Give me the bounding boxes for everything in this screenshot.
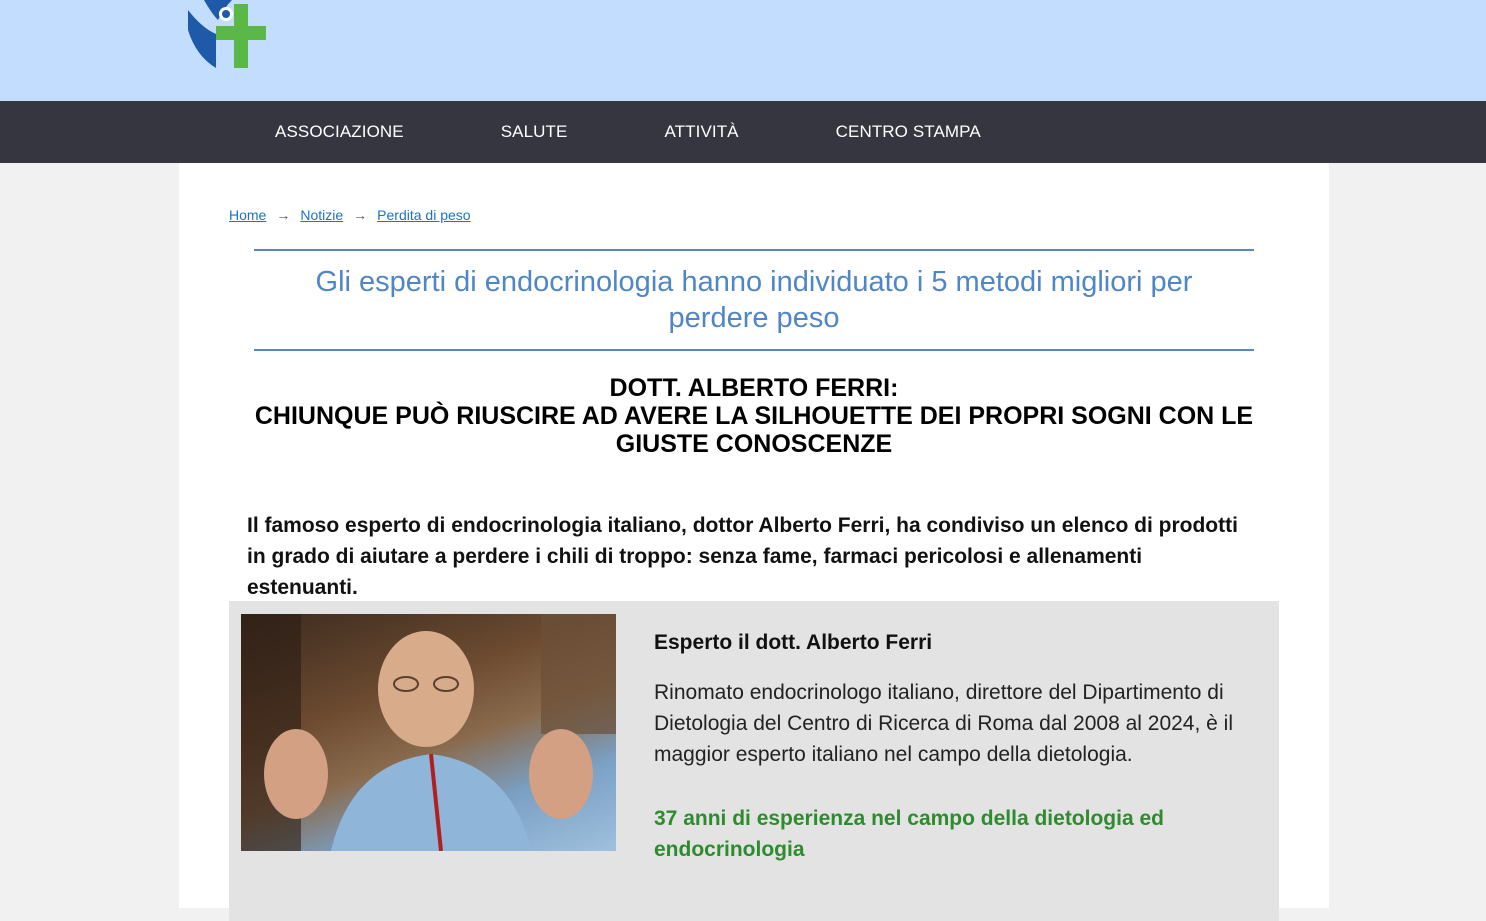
article-intro: Il famoso esperto di endocrinologia ital…	[247, 514, 1238, 599]
headline-box: Gli esperti di endocrinologia hanno indi…	[254, 249, 1254, 351]
expert-photo	[241, 614, 616, 851]
logo-icon[interactable]	[182, 0, 266, 72]
nav-item-salute[interactable]: SALUTE	[501, 122, 568, 142]
breadcrumb-home[interactable]: Home	[229, 207, 266, 223]
site-header	[0, 0, 1486, 101]
breadcrumb: Home → Notizie → Perdita di peso	[229, 207, 471, 223]
main-content: Home → Notizie → Perdita di peso Gli esperti…	[179, 163, 1329, 921]
nav-item-centro-stampa[interactable]: CENTRO STAMPA	[836, 122, 981, 142]
arrow-right-icon: →	[353, 207, 368, 223]
breadcrumb-notizie[interactable]: Notizie	[300, 207, 343, 223]
expert-card: Esperto il dott. Alberto Ferri Rinomato …	[229, 601, 1279, 921]
expert-info: Esperto il dott. Alberto Ferri Rinomato …	[654, 631, 1254, 865]
arrow-right-icon: →	[276, 207, 291, 223]
main-nav: ASSOCIAZIONE SALUTE ATTIVITÀ CENTRO STAM…	[0, 101, 1486, 163]
nav-item-associazione[interactable]: ASSOCIAZIONE	[275, 122, 404, 142]
expert-description: Rinomato endocrinologo italiano, diretto…	[654, 681, 1233, 766]
expert-experience: 37 anni di esperienza nel campo della di…	[654, 807, 1164, 861]
breadcrumb-current[interactable]: Perdita di peso	[377, 207, 470, 223]
subhead-line-2: CHIUNQUE PUÒ RIUSCIRE AD AVERE LA SILHOU…	[254, 402, 1254, 458]
subhead-line-1: DOTT. ALBERTO FERRI:	[609, 374, 899, 402]
nav-item-attivita[interactable]: ATTIVITÀ	[664, 122, 738, 142]
doctor-portrait-icon	[241, 614, 616, 851]
article-subhead: DOTT. ALBERTO FERRI: CHIUNQUE PUÒ RIUSCI…	[239, 374, 1269, 458]
page-title: Gli esperti di endocrinologia hanno indi…	[315, 266, 1193, 334]
expert-name: Esperto il dott. Alberto Ferri	[654, 631, 933, 654]
